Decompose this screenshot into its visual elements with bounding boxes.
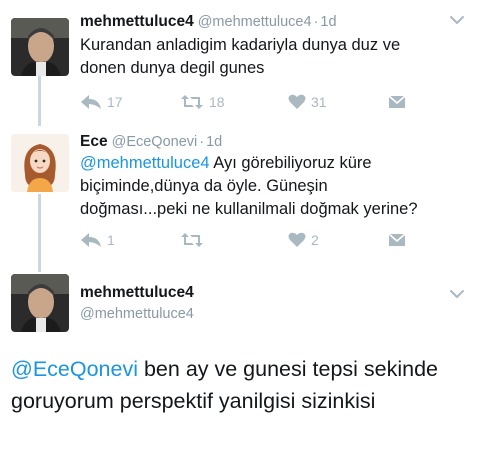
- tweet-header: mehmettuluce4 @mehmettuluce4 · 1d: [80, 12, 337, 32]
- reply-button[interactable]: 17: [80, 92, 123, 112]
- retweet-button[interactable]: [180, 230, 204, 250]
- dm-button[interactable]: [388, 92, 406, 112]
- reply-count: 17: [107, 94, 123, 110]
- display-name[interactable]: mehmettuluce4: [80, 13, 194, 30]
- user-handle[interactable]: @mehmettuluce4: [80, 305, 194, 323]
- dm-button[interactable]: [388, 230, 406, 250]
- tweet-1[interactable]: mehmettuluce4 @mehmettuluce4 · 1d Kurandan …: [0, 12, 477, 122]
- reply-count: 1: [107, 232, 115, 248]
- tweet-text: Kurandan anladigim kadariyla dunya duz v…: [80, 36, 401, 77]
- mention-link[interactable]: @EceQonevi: [11, 357, 138, 381]
- retweet-button[interactable]: 18: [180, 92, 225, 112]
- mention-link[interactable]: @mehmettuluce4: [80, 154, 210, 172]
- thread-line: [38, 194, 41, 272]
- retweet-icon: [181, 233, 203, 247]
- display-name[interactable]: Ece: [80, 133, 108, 150]
- tweet-actions: 17 18 31: [80, 92, 410, 112]
- avatar[interactable]: [11, 134, 69, 192]
- display-name[interactable]: mehmettuluce4: [80, 283, 194, 303]
- chevron-down-icon[interactable]: [449, 14, 465, 26]
- like-count: 31: [311, 94, 327, 110]
- user-handle[interactable]: @mehmettuluce4: [198, 14, 312, 30]
- like-button[interactable]: 2: [288, 230, 319, 250]
- retweet-count: 18: [209, 94, 225, 110]
- reply-icon: [81, 233, 101, 247]
- timestamp[interactable]: 1d: [206, 134, 222, 150]
- reply-icon: [81, 95, 101, 109]
- reply-button[interactable]: 1: [80, 230, 115, 250]
- avatar[interactable]: [11, 274, 69, 332]
- envelope-icon: [388, 95, 406, 108]
- heart-icon: [288, 232, 306, 247]
- envelope-icon: [388, 233, 406, 246]
- tweet-header: Ece @EceQonevi · 1d: [80, 132, 222, 152]
- thread-line: [38, 76, 41, 126]
- tweet-2[interactable]: Ece @EceQonevi · 1d @mehmettuluce4 Ayı göre…: [0, 132, 477, 252]
- avatar[interactable]: [11, 18, 69, 76]
- separator: ·: [313, 14, 319, 30]
- heart-icon: [288, 94, 306, 109]
- like-button[interactable]: 31: [288, 92, 327, 112]
- tweet-actions: 1 2: [80, 230, 410, 250]
- chevron-down-icon[interactable]: [449, 288, 465, 300]
- separator: ·: [199, 134, 205, 150]
- tweet-text: @mehmettuluce4 Ayı görebiliyoruz küre bi…: [80, 152, 420, 221]
- focused-tweet-text: @EceQonevi ben ay ve gunesi tepsi sekind…: [11, 353, 471, 417]
- timestamp[interactable]: 1d: [320, 14, 336, 30]
- user-handle[interactable]: @EceQonevi: [112, 134, 198, 150]
- like-count: 2: [311, 232, 319, 248]
- retweet-icon: [181, 95, 203, 109]
